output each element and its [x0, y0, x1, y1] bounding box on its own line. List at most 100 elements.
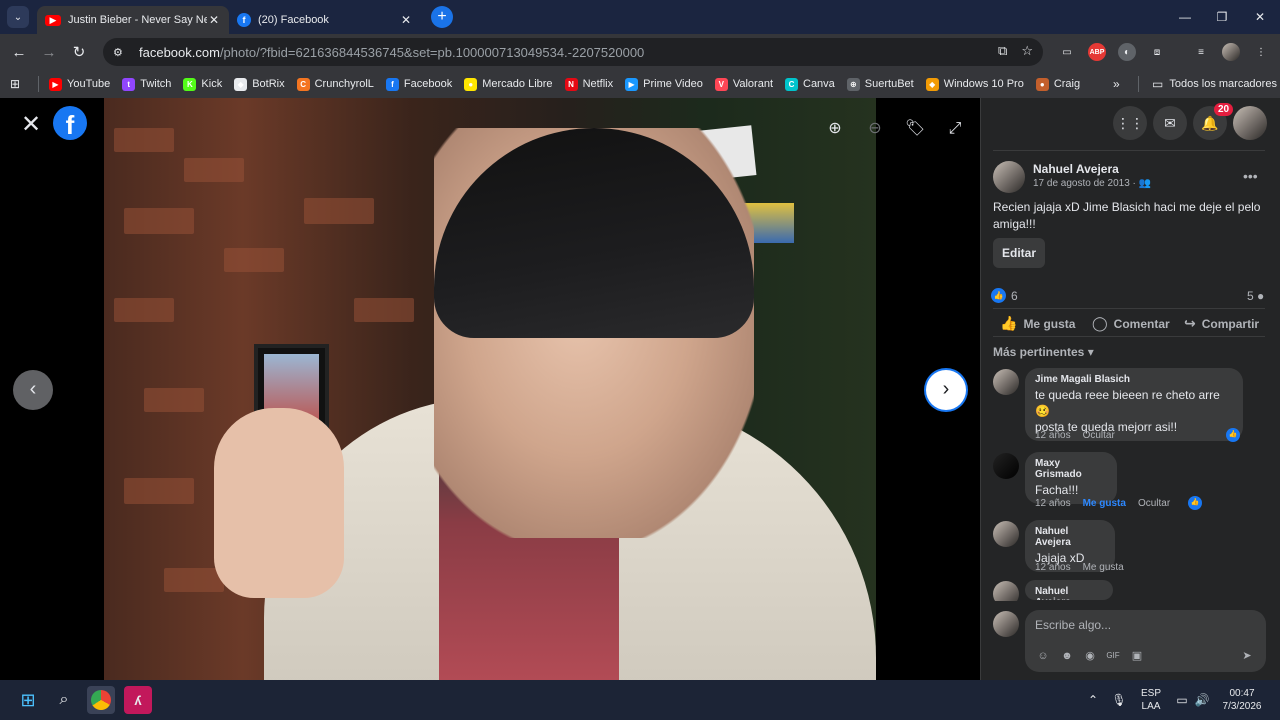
comment-time[interactable]: 12 años	[1035, 430, 1071, 441]
emoji-icon[interactable]: ☻	[1059, 648, 1075, 664]
bookmark-item[interactable]: t Twitch	[122, 77, 171, 91]
post-author[interactable]: Nahuel Avejera	[1033, 162, 1119, 176]
like-link[interactable]: Me gusta	[1083, 562, 1124, 573]
search-icon[interactable]: ⌕	[50, 686, 78, 714]
tab-search-button[interactable]: ⌄	[7, 6, 29, 28]
author-avatar[interactable]	[993, 161, 1025, 193]
bookmark-item[interactable]: C CrunchyrolL	[296, 77, 374, 91]
messenger-icon[interactable]: ✉	[1153, 106, 1187, 140]
previous-photo-button[interactable]: ‹	[13, 370, 53, 410]
comment-like-icon[interactable]: 👍	[1188, 496, 1202, 510]
camera-icon[interactable]: ◉	[1082, 648, 1098, 664]
tab-facebook[interactable]: f (20) Facebook ✕	[229, 6, 421, 34]
media-control-icon[interactable]: ≡	[1192, 43, 1210, 61]
minimize-button[interactable]: —	[1165, 0, 1205, 34]
bookmark-item[interactable]: ◆ Windows 10 Pro	[925, 77, 1024, 91]
reaction-count[interactable]: 6	[1011, 289, 1018, 303]
tab-youtube[interactable]: ▶ Justin Bieber - Never Say Never ✕	[37, 6, 229, 34]
comment-button[interactable]: ◯ Comentar	[1092, 315, 1170, 332]
commenter-name[interactable]: Jime Magali Blasich	[1035, 374, 1233, 385]
sticker-icon[interactable]: ▣	[1129, 648, 1145, 664]
hide-link[interactable]: Ocultar	[1083, 430, 1115, 441]
bookmark-item[interactable]: ▶ Prime Video	[625, 77, 703, 91]
commenter-name[interactable]: Nahuel Avejera	[1035, 586, 1103, 600]
like-button[interactable]: 👍 Me gusta	[1000, 315, 1075, 332]
hide-link[interactable]: Ocultar	[1138, 498, 1170, 509]
edit-button[interactable]: Editar	[993, 238, 1045, 268]
bookmark-item[interactable]: ▶ YouTube	[49, 77, 110, 91]
like-reaction-icon[interactable]: 👍	[991, 288, 1006, 303]
site-info-icon[interactable]: ⚙	[113, 46, 129, 59]
bookmark-label: CrunchyrolL	[314, 78, 374, 90]
facebook-logo[interactable]: f	[53, 106, 87, 140]
chrome-taskbar-icon[interactable]	[87, 686, 115, 714]
send-icon[interactable]: ➤	[1239, 648, 1255, 664]
menu-icon[interactable]: ⋮	[1252, 43, 1270, 61]
share-button[interactable]: ↪ Compartir	[1184, 315, 1259, 332]
lang-bottom: LAA	[1141, 701, 1161, 712]
comment-count[interactable]: 5 ●	[1247, 289, 1264, 303]
extension-icon[interactable]: ◐	[1118, 43, 1136, 61]
forward-button[interactable]: →	[34, 37, 64, 67]
close-icon[interactable]: ✕	[399, 13, 413, 27]
bookmark-star-icon[interactable]: ☆	[1021, 43, 1033, 59]
address-bar[interactable]: ⚙ facebook.com/photo/?fbid=6216368445367…	[103, 38, 1043, 66]
window-close-button[interactable]: ✕	[1240, 0, 1280, 34]
zoom-out-icon[interactable]: ⊖	[864, 118, 886, 140]
bookmark-item[interactable]: ● Mercado Libre	[464, 77, 553, 91]
account-avatar[interactable]	[1233, 106, 1267, 140]
maximize-button[interactable]: ❐	[1202, 0, 1242, 34]
network-icon[interactable]: ▭	[1174, 680, 1190, 720]
commenter-avatar[interactable]	[993, 369, 1019, 395]
all-bookmarks-folder[interactable]: ▭ Todos los marcadores	[1152, 77, 1277, 91]
more-bookmarks-icon[interactable]: »	[1113, 77, 1120, 91]
profile-avatar[interactable]	[1222, 43, 1240, 61]
my-avatar[interactable]	[993, 611, 1019, 637]
fullscreen-icon[interactable]: ⤢	[944, 118, 966, 140]
liked-link[interactable]: Me gusta	[1083, 498, 1126, 509]
bookmark-favicon-icon: ▶	[49, 77, 62, 91]
comment-sort-dropdown[interactable]: Más pertinentes ▾	[993, 345, 1094, 359]
menu-grid-icon[interactable]: ⋮⋮	[1113, 106, 1147, 140]
zoom-in-icon[interactable]: ⊕	[824, 118, 846, 140]
bookmark-item[interactable]: V Valorant	[714, 77, 773, 91]
avatar-sticker-icon[interactable]: ☺	[1035, 648, 1051, 664]
tag-icon[interactable]: 🏷	[904, 118, 926, 140]
volume-icon[interactable]: 🔊	[1194, 680, 1210, 720]
close-viewer-button[interactable]: ✕	[18, 112, 44, 138]
gif-icon[interactable]: GIF	[1105, 648, 1121, 664]
microphone-icon[interactable]: 🎙	[1111, 680, 1126, 720]
app-taskbar-icon[interactable]: ʎ	[124, 686, 152, 714]
bookmark-item[interactable]: ◆ BotRix	[234, 77, 285, 91]
more-options-icon[interactable]: •••	[1243, 168, 1258, 184]
apps-grid-icon[interactable]: ⊞	[10, 77, 24, 91]
comment-time[interactable]: 12 años	[1035, 562, 1071, 573]
windows-start-icon[interactable]: ⊞	[14, 686, 42, 714]
next-photo-button[interactable]: ›	[926, 370, 966, 410]
reload-button[interactable]: ↻	[64, 37, 94, 67]
commenter-name[interactable]: Maxy Grismado	[1035, 458, 1107, 480]
commenter-name[interactable]: Nahuel Avejera	[1035, 526, 1105, 548]
extension-icon[interactable]: ▭	[1058, 43, 1076, 61]
bookmark-item[interactable]: f Facebook	[385, 77, 452, 91]
language-indicator[interactable]: ESP LAA	[1138, 680, 1164, 720]
bookmark-item[interactable]: ⊕ SuertuBet	[846, 77, 914, 91]
extensions-puzzle-icon[interactable]: ⧈	[1148, 43, 1166, 61]
close-icon[interactable]: ✕	[207, 13, 221, 27]
adblock-icon[interactable]: ABP	[1088, 43, 1106, 61]
commenter-avatar[interactable]	[993, 521, 1019, 547]
tray-overflow-icon[interactable]: ⌃	[1086, 680, 1100, 720]
bookmark-item[interactable]: N Netflix	[564, 77, 613, 91]
back-button[interactable]: ←	[4, 37, 34, 67]
clock[interactable]: 00:47 7/3/2026	[1220, 680, 1264, 720]
comment-time[interactable]: 12 años	[1035, 498, 1071, 509]
comment-like-icon[interactable]: 👍	[1226, 428, 1240, 442]
new-tab-button[interactable]: +	[431, 6, 453, 28]
bookmark-item[interactable]: C Canva	[785, 77, 835, 91]
bookmark-item[interactable]: K Kick	[183, 77, 222, 91]
post-date[interactable]: 17 de agosto de 2013 ·	[1033, 178, 1136, 189]
install-app-icon[interactable]: ⧉	[998, 43, 1007, 59]
comment-input[interactable]	[1035, 616, 1255, 634]
commenter-avatar[interactable]	[993, 453, 1019, 479]
bookmark-item[interactable]: ● Craig	[1035, 77, 1080, 91]
